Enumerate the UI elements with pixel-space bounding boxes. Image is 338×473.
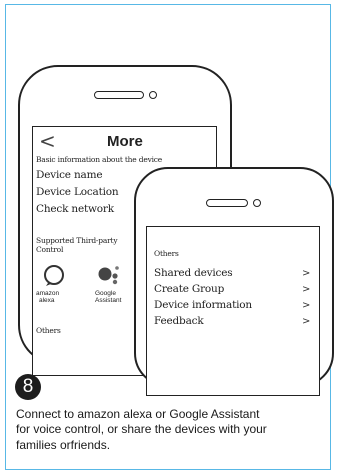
basic-info-heading: Basic information about the device — [36, 155, 163, 164]
menu-item-feedback[interactable]: Feedback — [154, 315, 204, 327]
step-number-badge: 8 — [15, 374, 41, 400]
alexa-label: amazon alexa — [36, 290, 60, 304]
menu-item-shared-devices[interactable]: Shared devices — [154, 267, 233, 279]
screen-title: More — [107, 133, 143, 150]
alexa-icon[interactable] — [42, 263, 66, 287]
chevron-right-icon: > — [302, 284, 311, 295]
menu-item-check-network[interactable]: Check network — [36, 203, 114, 215]
others-screen: Others Shared devices > Create Group > D… — [146, 226, 320, 396]
caption-line-2: for voice control, or share the devices … — [16, 422, 267, 437]
phone-camera — [253, 199, 261, 207]
chevron-right-icon: > — [302, 316, 311, 327]
caption-line-1: Connect to amazon alexa or Google Assist… — [16, 407, 260, 421]
menu-item-device-location[interactable]: Device Location — [36, 186, 119, 198]
menu-item-create-group[interactable]: Create Group — [154, 283, 224, 295]
caption-line-3: families orfriends. — [16, 437, 111, 452]
phone-speaker — [94, 91, 144, 99]
step-caption: Connect to amazon alexa or Google Assist… — [16, 407, 329, 453]
menu-item-device-name[interactable]: Device name — [36, 169, 103, 181]
phone-camera — [149, 91, 157, 99]
chevron-right-icon: > — [302, 268, 311, 279]
chevron-right-icon: > — [302, 300, 311, 311]
phone-speaker — [206, 199, 248, 207]
others-heading: Others — [154, 249, 179, 258]
menu-item-device-information[interactable]: Device information — [154, 299, 252, 311]
google-assistant-label: Google Assistant — [95, 290, 122, 304]
supported-control-heading-line2: Control — [36, 245, 64, 254]
supported-control-heading: Supported Third-party — [36, 236, 118, 245]
phone-others-screen: Others Shared devices > Create Group > D… — [134, 167, 334, 396]
others-heading-back: Others — [36, 326, 61, 335]
back-arrow-icon[interactable]: < — [39, 129, 56, 153]
google-assistant-icon[interactable] — [95, 263, 125, 287]
